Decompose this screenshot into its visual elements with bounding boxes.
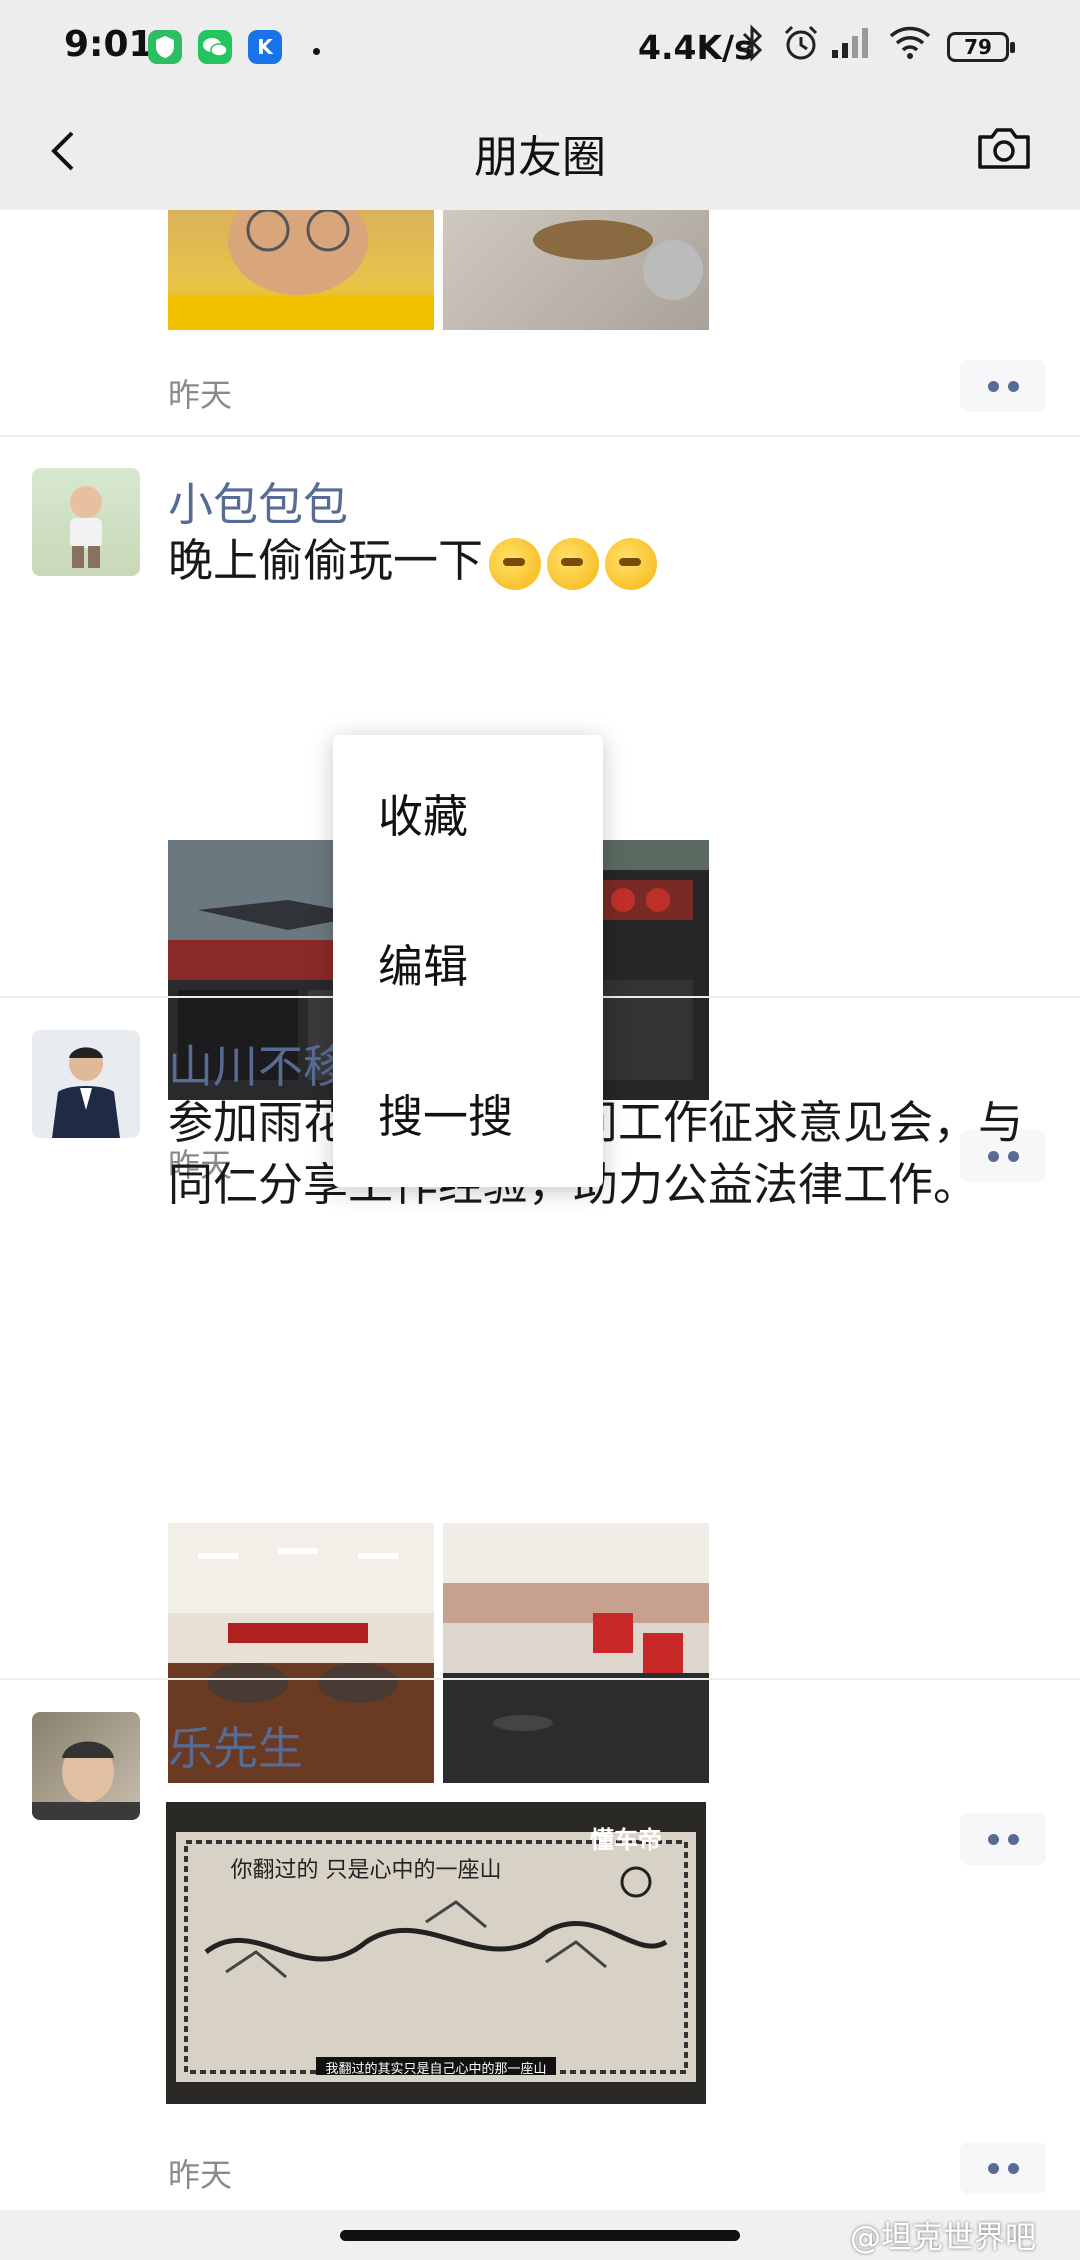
emoji-icon [547,538,600,590]
divider [0,1678,1080,1680]
avatar[interactable] [32,468,140,576]
avatar[interactable] [32,1030,140,1138]
network-speed: 4.4K/s [638,28,754,67]
post-photo[interactable] [443,210,709,330]
watermark: @坦克世界吧 [850,2220,1036,2256]
post-nickname[interactable]: 小包包包 [168,468,348,533]
post-more-button[interactable] [960,360,1046,412]
k-app-icon: K [248,30,282,64]
menu-item-search[interactable]: 搜一搜 [378,1080,513,1145]
post-more-button[interactable] [960,1813,1046,1865]
shield-app-icon [148,30,182,64]
context-menu: 收藏 编辑 搜一搜 [333,735,603,1187]
page-title: 朋友圈 [474,132,606,183]
camera-icon[interactable] [972,117,1036,181]
divider [0,435,1080,437]
menu-item-edit[interactable]: 编辑 [378,930,468,995]
emoji-icon [489,538,542,590]
avatar[interactable] [32,1712,140,1820]
moments-feed[interactable]: 昨天 小包包包 晚上偷偷玩一下 昨天 山川不移 参加雨花台区法律顾问工作征求意见… [0,210,1080,2210]
post-more-button[interactable] [960,2142,1046,2194]
video-brand: 懂车帝 [590,1826,662,1854]
post-content-text: 晚上偷偷玩一下 [168,534,484,587]
wechat-icon [198,30,232,64]
notification-dot [313,48,320,55]
bluetooth-icon [740,24,764,71]
status-time: 9:01 [64,24,154,65]
post-time: 昨天 [168,2156,233,2194]
nav-bar: 朋友圈 [0,95,1080,210]
status-bar: 9:01 K 4.4K/s 79 [0,0,1080,95]
battery-indicator: 79 [947,32,1015,62]
alarm-icon [782,24,820,71]
post-content: 晚上偷偷玩一下 [168,530,1028,592]
post-time: 昨天 [168,376,233,414]
video-map-title: 你翻过的 只是心中的一座山 [230,1858,502,1883]
signal-icon [830,24,870,69]
post-nickname[interactable]: 乐先生 [168,1712,303,1777]
home-indicator[interactable] [340,2230,740,2241]
video-subtitle: 我翻过的其实只是自己心中的那一座山 [325,2062,547,2077]
wifi-icon [888,24,932,69]
menu-item-favorite[interactable]: 收藏 [378,780,468,845]
post-photo[interactable] [443,1523,709,1783]
post-nickname[interactable]: 山川不移 [168,1030,348,1095]
post-photo[interactable] [168,210,434,330]
emoji-icon [605,538,658,590]
